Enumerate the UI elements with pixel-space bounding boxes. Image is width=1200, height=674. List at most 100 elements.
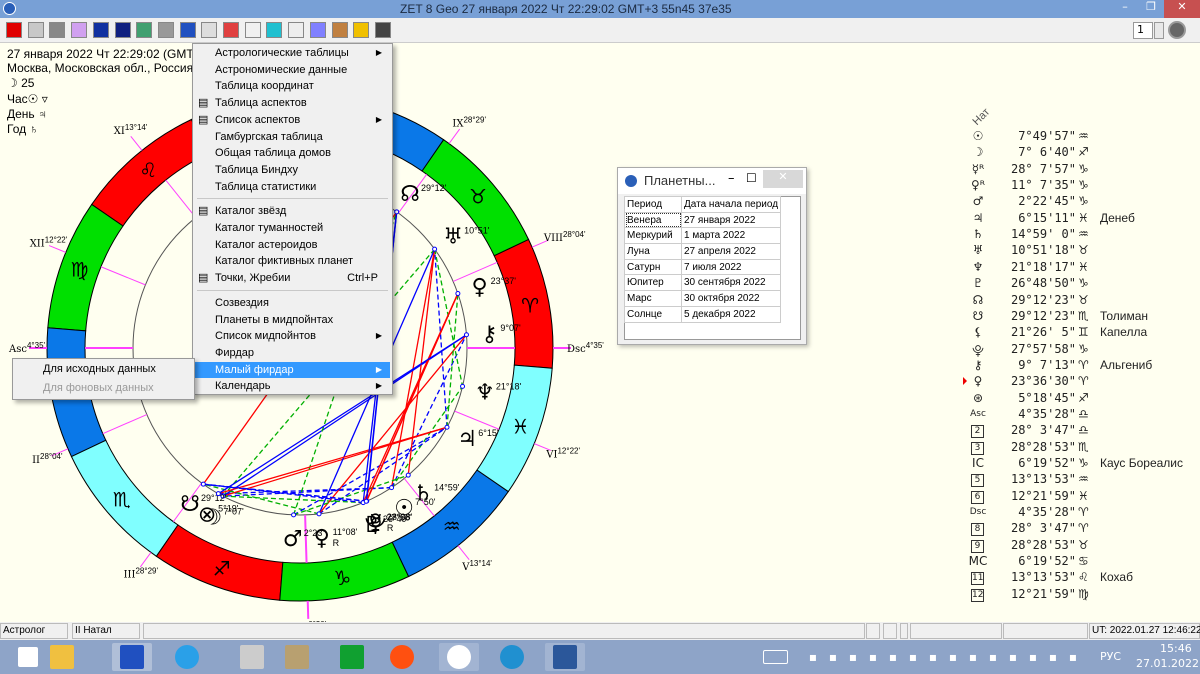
yandex-icon[interactable] <box>439 643 479 671</box>
help-icon[interactable] <box>353 22 370 38</box>
planet-glyph-icon[interactable]: ♂ <box>283 527 303 552</box>
position-row[interactable]: ☉ 7°49'57" ♒ <box>968 129 1198 145</box>
planet-glyph-icon[interactable]: ♄ <box>413 482 433 507</box>
position-row[interactable]: ♃ 6°15'11" ♓ Денеб <box>968 211 1198 227</box>
planet-glyph-icon[interactable]: ♃ <box>457 427 477 452</box>
dialog-maximize-button[interactable]: ☐ <box>746 171 757 185</box>
position-row[interactable]: Dsc 4°35'28" ♈ <box>968 505 1198 521</box>
spinner-arrows[interactable] <box>1154 22 1164 39</box>
app-tray-icon[interactable]: ▪ <box>886 650 900 664</box>
menu-item[interactable]: Таблица статистики <box>195 179 390 195</box>
planet-glyph-icon[interactable]: ☋ <box>180 492 200 517</box>
planet-glyph-icon[interactable]: ⚷ <box>481 322 497 347</box>
menu-item[interactable]: Каталог фиктивных планет <box>195 253 390 269</box>
book-icon[interactable] <box>179 22 196 38</box>
column-header-period[interactable]: Период <box>624 196 682 213</box>
position-row[interactable]: 3 28°28'53" ♏ <box>968 440 1198 456</box>
position-row[interactable]: 12 12°21'59" ♍ <box>968 587 1198 603</box>
position-row[interactable]: 11 13°13'53" ♌ Кохаб <box>968 570 1198 586</box>
period-row[interactable]: Венера 27 января 2022 <box>624 211 782 229</box>
grid-icon[interactable] <box>223 22 239 38</box>
menu-item[interactable]: Малый фирдар ▶ <box>195 361 390 378</box>
position-row[interactable]: ⊛ 5°18'45" ♐ <box>968 391 1198 407</box>
menu-item[interactable]: Планеты в мидпойнтах <box>195 312 390 328</box>
period-row[interactable]: Луна 27 апреля 2022 <box>624 243 782 260</box>
position-row[interactable]: MC 6°19'52" ♋ <box>968 554 1198 570</box>
galaxy-icon[interactable] <box>92 22 109 38</box>
antivirus-icon[interactable]: ▪ <box>866 650 880 664</box>
pen-icon[interactable]: ▪ <box>846 650 860 664</box>
menu-item[interactable]: Гамбургская таблица <box>195 129 390 145</box>
app-icon[interactable] <box>3 2 16 15</box>
period-row[interactable]: Меркурий 1 марта 2022 <box>624 227 782 245</box>
menu-item[interactable]: Общая таблица домов <box>195 145 390 161</box>
wheel-icon[interactable] <box>309 22 326 38</box>
menu-item[interactable]: Список мидпойнтов ▶ <box>195 328 390 344</box>
planet-glyph-icon[interactable]: ⊗ <box>198 503 216 528</box>
alert-icon[interactable] <box>6 22 22 38</box>
menu-item[interactable]: Календарь ▶ <box>195 378 390 394</box>
window-icon[interactable] <box>201 22 218 38</box>
position-row[interactable]: ♂ 2°22'45" ♑ <box>968 194 1198 210</box>
menu-item[interactable]: Таблица аспектов ▤ <box>195 95 390 111</box>
menu-item[interactable]: Точки, Жребии ▤ Ctrl+P <box>195 270 390 286</box>
astro-app-icon[interactable] <box>277 643 317 671</box>
position-row[interactable]: ☋ 29°12'23" ♏ Толиман <box>968 309 1198 325</box>
exit-icon[interactable] <box>374 22 391 38</box>
tray-app2-icon[interactable]: ▪ <box>966 650 980 664</box>
transit-icon[interactable] <box>266 22 283 38</box>
menu-item[interactable]: Фирдар <box>195 345 390 361</box>
position-row[interactable]: ♅ 10°51'18" ♉ <box>968 243 1198 259</box>
menu-item[interactable]: Таблица координат <box>195 78 390 94</box>
notes-icon[interactable] <box>288 22 305 38</box>
position-row[interactable]: ⯓ 27°57'58" ♑ <box>968 342 1198 358</box>
position-row[interactable]: ♀ 23°36'30" ♈ <box>963 374 1198 390</box>
tablet-icon[interactable]: ▪ <box>986 650 1000 664</box>
map-icon[interactable] <box>136 22 153 38</box>
position-row[interactable]: ⚸ 21°26' 5" ♊ Капелла <box>968 325 1198 341</box>
timer-icon[interactable] <box>244 22 261 38</box>
position-row[interactable]: ☽ 7° 6'40" ♐ <box>968 145 1198 161</box>
column-header-start-date[interactable]: Дата начала период <box>680 196 782 213</box>
planet-glyph-icon[interactable]: ⯓ <box>365 511 387 536</box>
store-icon[interactable] <box>332 643 372 671</box>
position-row[interactable]: 9 28°28'53" ♉ <box>968 538 1198 554</box>
menu-item[interactable]: Астрономические данные <box>195 62 390 78</box>
menu-item[interactable]: Список аспектов ▤ ▶ <box>195 112 390 128</box>
position-row[interactable]: 2 28° 3'47" ♎ <box>968 423 1198 439</box>
input-language[interactable]: РУС <box>1100 650 1121 663</box>
planet-glyph-icon[interactable]: ☊ <box>400 182 420 207</box>
file-explorer-icon[interactable] <box>42 643 82 671</box>
zet-icon[interactable] <box>112 643 152 671</box>
battery-icon[interactable]: ▪ <box>806 650 820 664</box>
menu-item[interactable]: Таблица Биндху <box>195 162 390 178</box>
menu-item[interactable]: Созвездия <box>195 295 390 311</box>
position-row[interactable]: 8 28° 3'47" ♈ <box>968 521 1198 537</box>
edge-icon[interactable] <box>492 643 532 671</box>
settings-icon[interactable] <box>331 22 348 38</box>
network-icon[interactable]: ▪ <box>826 650 840 664</box>
wheel-settings-icon[interactable] <box>1168 21 1186 39</box>
table-icon[interactable] <box>27 22 44 38</box>
volume-icon[interactable]: ▪ <box>1066 650 1080 664</box>
planet-glyph-icon[interactable]: ♅ <box>443 225 463 250</box>
usb-icon[interactable]: ▪ <box>1006 650 1020 664</box>
clock-time[interactable]: 15:46 <box>1160 642 1192 655</box>
position-row[interactable]: 5 13°13'53" ♒ <box>968 472 1198 488</box>
signal-icon[interactable]: ▪ <box>1046 650 1060 664</box>
position-row[interactable]: ♆ 21°18'17" ♓ <box>968 260 1198 276</box>
internet-explorer-icon[interactable] <box>167 643 207 671</box>
position-row[interactable]: ☊ 29°12'23" ♉ <box>968 293 1198 309</box>
tray-app-icon[interactable]: ▪ <box>946 650 960 664</box>
close-button[interactable]: ✕ <box>1164 0 1200 18</box>
media-player-icon[interactable] <box>382 643 422 671</box>
bluetooth-icon[interactable]: ▪ <box>926 650 940 664</box>
chart-number-spinner[interactable]: 1 <box>1133 22 1153 39</box>
period-row[interactable]: Сатурн 7 июля 2022 <box>624 258 782 276</box>
cloud-icon[interactable]: ▪ <box>1026 650 1040 664</box>
clock-icon[interactable] <box>49 22 66 38</box>
print-icon[interactable] <box>157 22 174 38</box>
photo-app-icon[interactable] <box>232 643 272 671</box>
menu-item[interactable]: Каталог астероидов <box>195 237 390 253</box>
position-row[interactable]: ⚷ 9° 7'13" ♈ Альгениб <box>968 358 1198 374</box>
